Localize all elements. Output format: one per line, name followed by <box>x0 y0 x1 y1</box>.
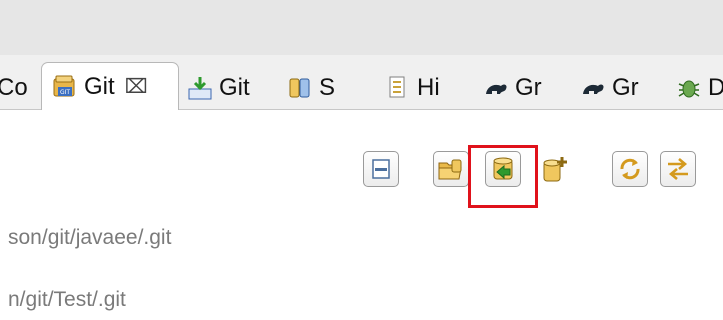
tab-label: Co <box>0 73 28 101</box>
tab-git-staging[interactable]: Git <box>187 66 250 109</box>
tab-label: S <box>319 73 336 101</box>
refresh-button[interactable] <box>612 151 648 187</box>
git-repositories-icon: GIT <box>53 75 75 96</box>
refresh-icon <box>620 158 640 180</box>
add-existing-repo-button[interactable] <box>433 151 469 187</box>
tab-gradle-executions[interactable]: Gr <box>580 66 639 109</box>
collapse-all-icon <box>372 159 390 179</box>
tab-debug-partial[interactable]: D <box>676 66 723 109</box>
highlight-box <box>468 145 538 208</box>
repository-row-javaee[interactable]: son/git/javaee/.git <box>8 226 171 250</box>
create-repo-button[interactable] <box>537 151 573 187</box>
create-repo-icon <box>543 157 567 182</box>
tab-label: Gr <box>612 73 639 101</box>
svg-text:GIT: GIT <box>60 89 70 96</box>
tab-label: Git <box>84 72 115 100</box>
tab-history[interactable]: Hi <box>385 66 440 109</box>
tab-label: Hi <box>417 73 440 101</box>
gradle-tasks-icon <box>486 84 507 94</box>
tab-label: Gr <box>515 73 542 101</box>
window-top-area <box>0 0 723 56</box>
close-icon[interactable]: ⌧ <box>125 74 148 99</box>
link-with-selection-icon <box>668 158 688 180</box>
tab-label: Git <box>219 73 250 101</box>
history-icon <box>389 76 405 97</box>
git-staging-icon <box>188 76 212 99</box>
tab-gradle-tasks[interactable]: Gr <box>483 66 542 109</box>
link-with-selection-button[interactable] <box>660 151 696 187</box>
add-existing-repo-icon <box>438 159 462 180</box>
tab-git-repositories[interactable]: GIT Git ⌧ <box>41 62 179 110</box>
debug-bug-icon <box>678 80 700 97</box>
gradle-executions-icon <box>583 84 604 94</box>
tab-console-partial[interactable]: Co <box>0 66 36 109</box>
repository-row-test[interactable]: n/git/Test/.git <box>8 288 126 312</box>
synchronize-icon <box>289 78 310 97</box>
tab-synchronize[interactable]: S <box>287 66 335 109</box>
tab-label: D <box>708 73 723 101</box>
collapse-all-button[interactable] <box>363 151 399 187</box>
